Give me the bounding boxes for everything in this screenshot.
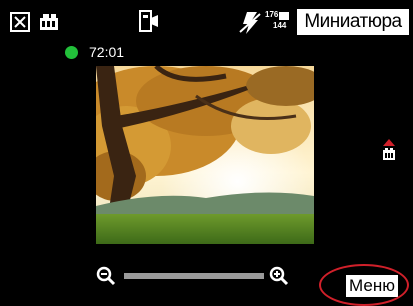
menu-button[interactable]: Меню [346, 275, 398, 297]
close-x-icon [14, 16, 26, 28]
resolution-height: 144 [273, 21, 287, 30]
resolution-indicator[interactable]: 176 144 [265, 10, 293, 34]
remaining-time: 72:01 [89, 44, 125, 60]
flash-indicator-icon [380, 137, 398, 170]
zoom-out-icon[interactable] [96, 266, 116, 291]
preview-image [96, 66, 314, 244]
recording-indicator [65, 46, 78, 59]
camera-preview[interactable] [96, 66, 314, 244]
flash-off-icon[interactable] [237, 10, 263, 41]
zoom-slider[interactable] [124, 273, 264, 279]
resolution-width: 176 [265, 10, 279, 19]
camera-mode-icon[interactable] [138, 10, 160, 39]
close-button[interactable] [10, 12, 30, 32]
resolution-box-icon [279, 12, 289, 20]
video-camera-icon[interactable] [38, 12, 60, 37]
zoom-in-icon[interactable] [269, 266, 289, 291]
thumbnail-button[interactable]: Миниатюра [297, 9, 409, 35]
